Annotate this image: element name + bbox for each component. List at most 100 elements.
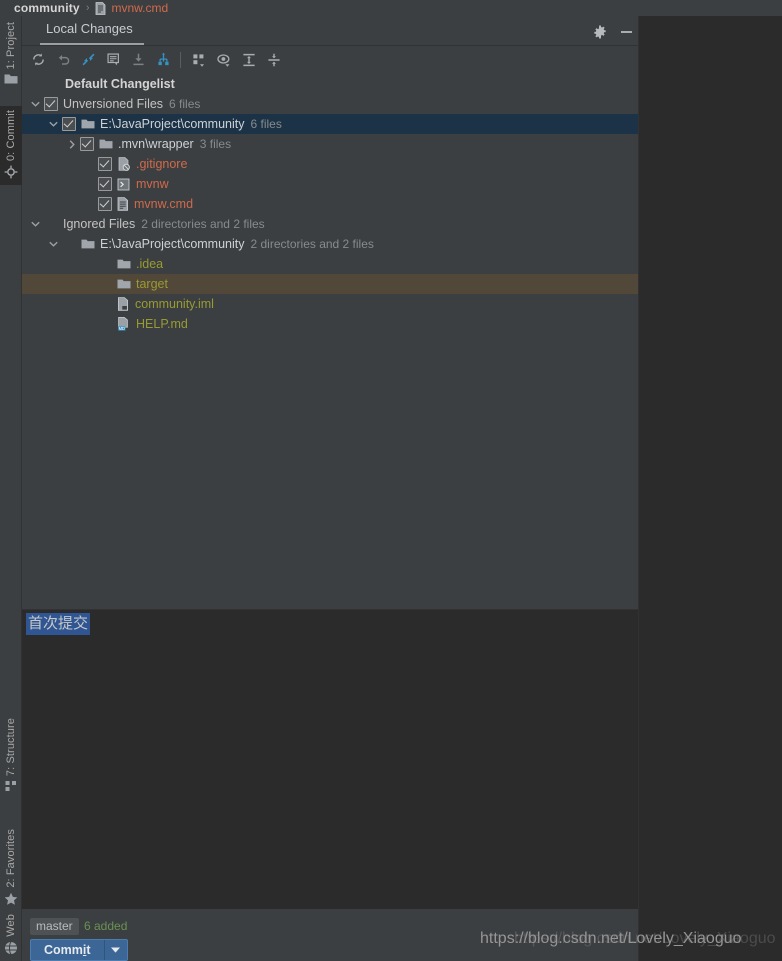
commit-node-icon <box>4 165 18 179</box>
toolbar-divider <box>180 51 181 68</box>
row-count: 3 files <box>199 137 232 151</box>
gear-icon[interactable] <box>590 22 610 42</box>
commit-label-after: t <box>86 943 91 957</box>
tree-row-help-md-file[interactable]: MD HELP.md <box>22 314 638 334</box>
minimize-icon[interactable] <box>616 22 636 42</box>
left-tool-strip: 1: Project 0: Commit 7: Structure 2: Fav… <box>0 16 22 961</box>
row-count: 2 directories and 2 files <box>250 237 374 251</box>
folder-icon <box>81 238 95 250</box>
breadcrumb-project[interactable]: community <box>14 1 80 15</box>
commit-label-before: Comm <box>44 943 83 957</box>
folder-icon <box>117 258 131 270</box>
row-checkbox[interactable] <box>62 117 76 131</box>
changes-tree[interactable]: Default Changelist Unversioned Files 6 fil… <box>22 74 638 609</box>
row-checkbox[interactable] <box>98 177 112 191</box>
row-label: community.iml <box>135 297 214 311</box>
download-icon[interactable] <box>126 48 150 72</box>
row-checkbox[interactable] <box>98 157 112 171</box>
row-label: .gitignore <box>136 157 188 171</box>
tree-row-ignored-root-path[interactable]: E:\JavaProject\community 2 directories an… <box>22 234 638 254</box>
row-label: .mvn\wrapper <box>118 137 194 151</box>
row-label: target <box>136 277 168 291</box>
row-label: Unversioned Files <box>63 97 164 111</box>
breadcrumb-separator: › <box>85 2 90 14</box>
sidebar-item-structure-label: 7: Structure <box>5 718 17 777</box>
tree-row-ignored-files-group[interactable]: Ignored Files 2 directories and 2 files <box>22 214 638 234</box>
svg-text:MD: MD <box>119 326 125 331</box>
file-md-icon: MD <box>117 317 131 331</box>
tool-window-tab-row: Local Changes <box>22 16 638 46</box>
row-count: 6 files <box>169 97 201 111</box>
file-ignore-icon <box>117 157 131 171</box>
tab-local-changes[interactable]: Local Changes <box>46 21 133 42</box>
eye-preview-icon[interactable] <box>212 48 236 72</box>
collapse-all-icon[interactable] <box>262 48 286 72</box>
commit-message-box[interactable]: 首次提交 <box>22 609 638 909</box>
sidebar-item-favorites[interactable]: 2: Favorites <box>0 829 22 906</box>
tree-row-unversioned-root-path[interactable]: E:\JavaProject\community 6 files <box>22 114 638 134</box>
row-label: E:\JavaProject\community <box>100 117 245 131</box>
chevron-down-icon[interactable] <box>48 239 59 250</box>
expand-all-icon[interactable] <box>237 48 261 72</box>
tree-row-gitignore-file[interactable]: .gitignore <box>22 154 638 174</box>
tree-row-mvnw-file[interactable]: mvnw <box>22 174 638 194</box>
row-count: 6 files <box>250 117 282 131</box>
tree-row-idea-folder[interactable]: .idea <box>22 254 638 274</box>
commit-arrows-icon[interactable] <box>76 48 100 72</box>
added-count-label: 6 added <box>84 919 128 933</box>
row-count: 2 directories and 2 files <box>141 217 265 231</box>
refresh-icon[interactable] <box>26 48 50 72</box>
chevron-right-icon[interactable] <box>66 139 77 150</box>
tree-row-community-iml-file[interactable]: community.iml <box>22 294 638 314</box>
row-label: mvnw <box>136 177 169 191</box>
file-cmd-icon <box>95 1 106 15</box>
project-folder-icon <box>4 73 18 85</box>
shelve-icon[interactable] <box>151 48 175 72</box>
row-label: Default Changelist <box>65 77 175 91</box>
chevron-down-icon[interactable] <box>48 119 59 130</box>
folder-icon <box>117 278 131 290</box>
file-cmd-icon <box>117 197 129 211</box>
branch-badge: master <box>30 918 79 935</box>
tree-row-target-folder[interactable]: target <box>22 274 638 294</box>
changes-toolbar <box>22 46 638 104</box>
watermark: https://blog.csdn.net/Lovely_Xiaoguo htt… <box>480 930 782 954</box>
star-icon <box>4 892 18 906</box>
sidebar-item-structure[interactable]: 7: Structure <box>0 718 22 792</box>
file-iml-icon <box>117 297 130 311</box>
sidebar-item-project[interactable]: 1: Project <box>0 22 22 85</box>
tree-row-unversioned-files-group[interactable]: Unversioned Files 6 files <box>22 94 638 114</box>
folder-icon <box>99 138 113 150</box>
sidebar-item-web-label: Web <box>5 914 17 937</box>
folder-icon <box>81 118 95 130</box>
editor-area <box>638 16 782 961</box>
commit-message-input[interactable]: 首次提交 <box>26 613 91 635</box>
tree-row-mvn-wrapper-folder[interactable]: .mvn\wrapper 3 files <box>22 134 638 154</box>
tree-row-default-changelist[interactable]: Default Changelist <box>22 74 638 94</box>
commit-button-label: Comm i t <box>31 940 104 960</box>
watermark-ghost: https://blog.csdn.net/Lovely_Xiaoguo <box>514 930 776 947</box>
breadcrumb: community › mvnw.cmd <box>0 0 782 16</box>
row-label: E:\JavaProject\community <box>100 237 245 251</box>
row-label: .idea <box>136 257 164 271</box>
commit-button[interactable]: Comm i t <box>30 939 128 961</box>
chevron-down-icon[interactable] <box>105 940 127 960</box>
breadcrumb-file[interactable]: mvnw.cmd <box>111 1 168 15</box>
chevron-down-icon[interactable] <box>30 219 41 230</box>
chevron-down-icon[interactable] <box>30 99 41 110</box>
sidebar-item-commit-label: 0: Commit <box>5 110 17 162</box>
sidebar-item-commit[interactable]: 0: Commit <box>0 106 22 186</box>
row-label: Ignored Files <box>63 217 136 231</box>
row-label: HELP.md <box>136 317 188 331</box>
sidebar-item-web[interactable]: Web <box>0 914 22 955</box>
sidebar-item-favorites-label: 2: Favorites <box>5 829 17 888</box>
row-checkbox[interactable] <box>80 137 94 151</box>
structure-icon <box>5 780 18 792</box>
row-checkbox[interactable] <box>98 197 112 211</box>
message-note-icon[interactable] <box>101 48 125 72</box>
row-label: mvnw.cmd <box>134 197 194 211</box>
tree-row-mvnw-cmd-file[interactable]: mvnw.cmd <box>22 194 638 214</box>
group-by-icon[interactable] <box>187 48 211 72</box>
rollback-arrow-icon[interactable] <box>51 48 75 72</box>
row-checkbox[interactable] <box>44 97 58 111</box>
